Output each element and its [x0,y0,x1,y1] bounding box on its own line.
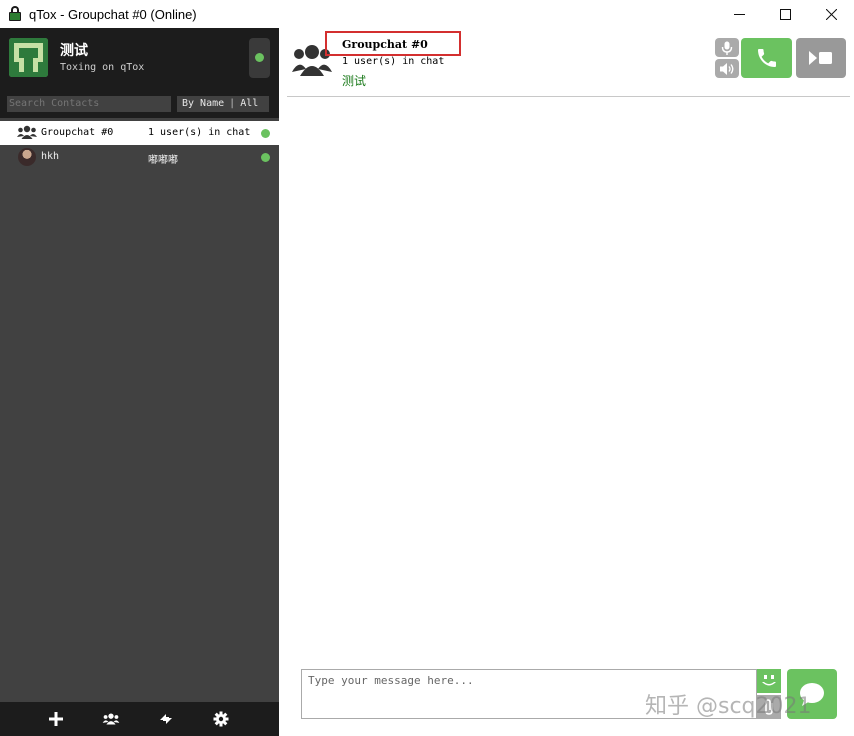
online-status-icon [261,153,270,162]
create-group-icon [102,713,120,724]
microphone-button[interactable] [715,38,739,57]
filter-all-option[interactable]: All [235,96,263,112]
qtox-lock-icon [8,6,22,22]
close-button[interactable] [808,0,854,28]
search-row: By Name | All [0,90,279,118]
microphone-icon [721,41,733,55]
transfer-icon [160,714,172,724]
online-status-icon [255,53,264,62]
chat-header: Groupchat #0 1 user(s) in chat 测试 [287,28,850,97]
contact-subtitle: 嘟嘟嘟 [148,155,178,166]
chat-user-count: 1 user(s) in chat [342,56,445,67]
search-input[interactable] [7,96,171,112]
minimize-icon [733,13,745,15]
media-toggle-group [715,38,739,80]
video-call-button[interactable] [796,38,846,78]
sort-by-name-option[interactable]: By Name [177,96,229,112]
contact-avatar [18,148,36,166]
phone-icon [757,49,776,67]
group-icon [17,125,37,139]
title-bar: qTox - Groupchat #0 (Online) [0,0,854,28]
speaker-button[interactable] [715,59,739,78]
close-icon [825,8,837,20]
audio-call-button[interactable] [741,38,792,78]
contact-name: hkh [41,151,60,162]
create-group-button[interactable] [99,708,123,730]
contact-item-hkh[interactable]: hkh 嘟嘟嘟 [0,145,279,169]
watermark: 知乎 @scq2021 [645,694,812,719]
sidebar-bottom-bar [0,702,279,736]
sidebar: 测试 Toxing on qTox By Name | All [0,28,279,736]
window-title: qTox - Groupchat #0 (Online) [29,6,197,22]
add-friend-icon [49,712,63,726]
profile-name[interactable]: 测试 [60,40,88,60]
maximize-button[interactable] [762,0,808,28]
settings-icon [213,711,229,727]
add-friend-button[interactable] [44,708,68,730]
contact-filter[interactable]: By Name | All [177,96,269,112]
qtox-window: qTox - Groupchat #0 (Online) 测试 Toxing o… [0,0,854,736]
speaker-icon [720,62,734,75]
chat-title[interactable]: Groupchat #0 [342,38,428,51]
profile-avatar[interactable] [9,38,48,77]
profile-header: 测试 Toxing on qTox [0,28,279,90]
profile-status-message[interactable]: Toxing on qTox [60,62,144,73]
file-transfers-button[interactable] [154,708,178,730]
maximize-icon [779,8,791,20]
settings-button[interactable] [209,708,233,730]
chat-topic: 测试 [342,74,367,88]
video-camera-icon [809,51,832,65]
contact-subtitle: 1 user(s) in chat [148,127,251,138]
status-button[interactable] [249,38,270,78]
contact-name: Groupchat #0 [41,127,114,138]
window-controls [716,0,854,28]
contact-item-groupchat[interactable]: Groupchat #0 1 user(s) in chat [0,121,279,145]
minimize-button[interactable] [716,0,762,28]
online-status-icon [261,129,270,138]
